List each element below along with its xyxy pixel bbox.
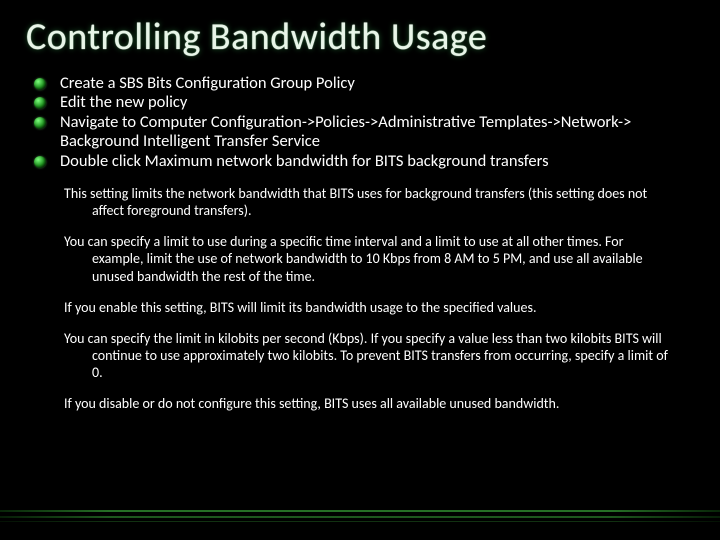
bullet-text: Double click Maximum network bandwidth f…: [60, 151, 549, 171]
paragraph: If you disable or do not configure this …: [64, 395, 674, 412]
accent-line: [0, 516, 720, 518]
list-item: Edit the new policy: [34, 93, 694, 112]
paragraph: This setting limits the network bandwidt…: [64, 185, 674, 219]
bullet-text: Navigate to Computer Configuration->Poli…: [60, 112, 631, 151]
list-item: Navigate to Computer Configuration->Poli…: [34, 113, 694, 152]
accent-line: [0, 521, 720, 522]
accent-line: [0, 510, 720, 512]
bullet-list: Create a SBS Bits Configuration Group Po…: [34, 74, 694, 171]
slide-title: Controlling Bandwidth Usage: [26, 18, 694, 58]
bullet-text: Edit the new policy: [60, 92, 187, 112]
bottom-accent-bar: [0, 508, 720, 522]
paragraph: If you enable this setting, BITS will li…: [64, 299, 674, 316]
body-text: This setting limits the network bandwidt…: [64, 185, 674, 412]
paragraph: You can specify the limit in kilobits pe…: [64, 330, 674, 381]
list-item: Double click Maximum network bandwidth f…: [34, 152, 694, 171]
slide: Controlling Bandwidth Usage Create a SBS…: [0, 0, 720, 540]
bullet-text: Create a SBS Bits Configuration Group Po…: [60, 73, 355, 93]
paragraph: You can specify a limit to use during a …: [64, 233, 674, 284]
list-item: Create a SBS Bits Configuration Group Po…: [34, 74, 694, 93]
